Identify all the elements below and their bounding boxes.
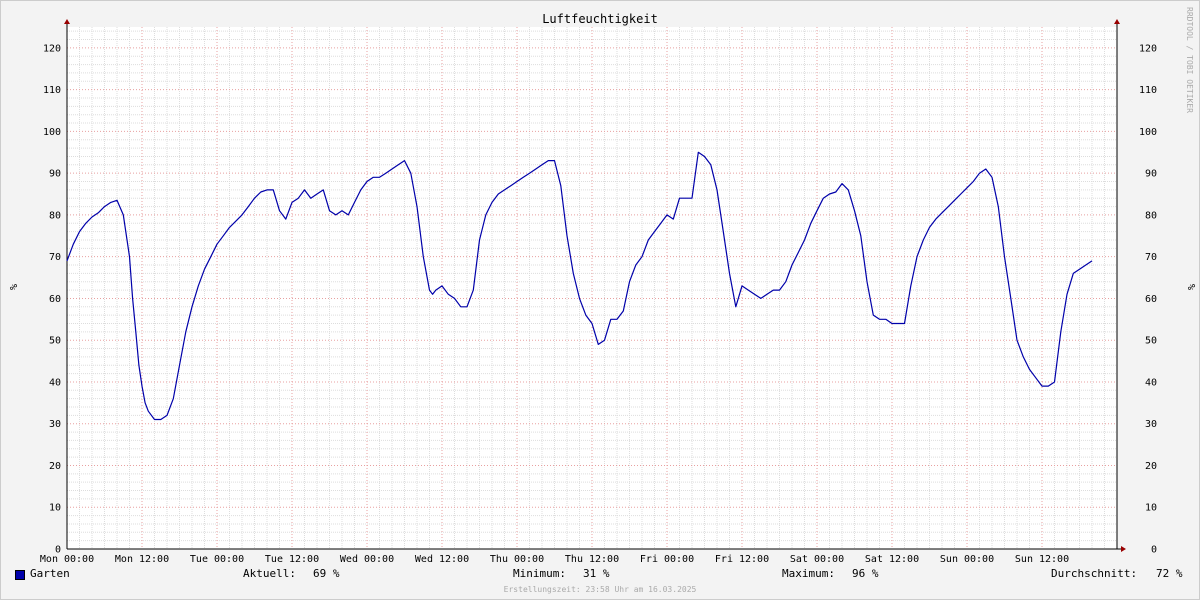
legend-max-value: 96 % xyxy=(852,567,879,580)
legend-min-label: Minimum: xyxy=(513,567,566,580)
y-tick-label-left: 110 xyxy=(43,85,61,96)
y-tick-label-right: 30 xyxy=(1145,419,1157,430)
x-tick-label: Thu 12:00 xyxy=(565,554,619,565)
x-tick-label: Sat 12:00 xyxy=(865,554,919,565)
y-tick-label-left: 80 xyxy=(49,210,61,221)
watermark-text: RRDTOOL / TOBI OETIKER xyxy=(1185,7,1194,113)
y-tick-label-right: 20 xyxy=(1145,461,1157,472)
y-tick-label-right: 0 xyxy=(1151,545,1157,556)
x-tick-label: Tue 12:00 xyxy=(265,554,319,565)
x-tick-label: Sat 00:00 xyxy=(790,554,844,565)
x-tick-label: Wed 00:00 xyxy=(340,554,394,565)
y-tick-label-left: 70 xyxy=(49,252,61,263)
y-axis-label-left: % xyxy=(7,284,18,290)
legend-max-label: Maximum: xyxy=(782,567,835,580)
x-tick-label: Mon 12:00 xyxy=(115,554,169,565)
legend-min-value: 31 % xyxy=(583,567,610,580)
y-tick-label-left: 50 xyxy=(49,336,61,347)
x-tick-label: Mon 00:00 xyxy=(40,554,94,565)
legend-current-label: Aktuell: xyxy=(243,567,296,580)
y-tick-label-right: 100 xyxy=(1139,127,1157,138)
y-axis-label-right: % xyxy=(1185,284,1196,290)
y-tick-label-right: 110 xyxy=(1139,85,1157,96)
footer-timestamp: Erstellungszeit: 23:58 Uhr am 16.03.2025 xyxy=(503,585,697,594)
y-tick-label-left: 30 xyxy=(49,419,61,430)
y-tick-label-right: 80 xyxy=(1145,210,1157,221)
legend-series-name: Garten xyxy=(30,567,70,580)
x-tick-label: Fri 00:00 xyxy=(640,554,694,565)
x-tick-label: Thu 00:00 xyxy=(490,554,544,565)
x-tick-label: Sun 00:00 xyxy=(940,554,994,565)
x-tick-label: Sun 12:00 xyxy=(1015,554,1069,565)
y-tick-label-left: 120 xyxy=(43,43,61,54)
y-tick-label-right: 50 xyxy=(1145,336,1157,347)
legend: Garten Aktuell: 69 % Minimum: 31 % Maxim… xyxy=(0,567,1200,583)
humidity-chart: 0102030405060708090100110120 01020304050… xyxy=(0,0,1200,600)
x-tick-label: Fri 12:00 xyxy=(715,554,769,565)
y-tick-label-right: 120 xyxy=(1139,43,1157,54)
y-tick-label-right: 90 xyxy=(1145,169,1157,180)
y-tick-label-left: 10 xyxy=(49,503,61,514)
y-tick-label-right: 70 xyxy=(1145,252,1157,263)
y-tick-label-left: 90 xyxy=(49,169,61,180)
y-tick-label-right: 60 xyxy=(1145,294,1157,305)
y-tick-label-right: 40 xyxy=(1145,377,1157,388)
x-tick-label: Tue 00:00 xyxy=(190,554,244,565)
y-tick-label-left: 20 xyxy=(49,461,61,472)
y-tick-label-left: 100 xyxy=(43,127,61,138)
x-tick-label: Wed 12:00 xyxy=(415,554,469,565)
chart-title: Luftfeuchtigkeit xyxy=(542,12,658,26)
y-tick-label-left: 40 xyxy=(49,377,61,388)
legend-avg-label: Durchschnitt: xyxy=(1051,567,1138,580)
y-tick-label-right: 10 xyxy=(1145,503,1157,514)
legend-current-value: 69 % xyxy=(313,567,340,580)
legend-avg-value: 72 % xyxy=(1156,567,1183,580)
y-tick-label-left: 60 xyxy=(49,294,61,305)
